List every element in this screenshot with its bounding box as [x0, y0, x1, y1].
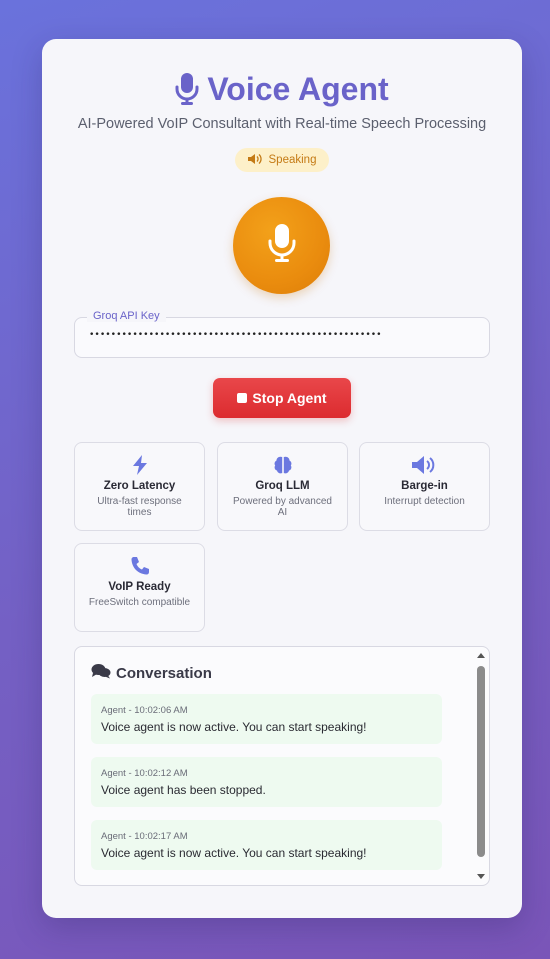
app-subtitle: AI-Powered VoIP Consultant with Real-tim… [77, 116, 487, 132]
status-text: Speaking [268, 154, 317, 166]
feature-desc: Powered by advanced AI [233, 496, 332, 518]
conversation-heading: Conversation [91, 663, 212, 683]
stop-agent-label: Stop Agent [252, 390, 327, 406]
feature-name: Barge-in [401, 480, 448, 492]
microphone-icon [267, 223, 297, 268]
page-title: Voice Agent [42, 69, 522, 109]
message-meta: Agent - 10:02:17 AM [101, 831, 188, 842]
comments-icon [91, 663, 111, 683]
scroll-down-arrow[interactable] [477, 874, 485, 879]
feature-desc: Interrupt detection [384, 496, 465, 507]
feature-desc: FreeSwitch compatible [88, 597, 191, 608]
speaker-icon [247, 153, 263, 168]
agent-card: Voice Agent AI-Powered VoIP Consultant w… [42, 39, 522, 918]
scroll-thumb[interactable] [477, 666, 485, 857]
feature-card-voip-ready: VoIP Ready FreeSwitch compatible [74, 543, 205, 632]
phone-icon [75, 556, 204, 576]
scroll-up-arrow[interactable] [477, 653, 485, 658]
feature-card-groq-llm: Groq LLM Powered by advanced AI [217, 442, 348, 531]
speaker-icon [360, 455, 489, 475]
scrollbar[interactable] [475, 649, 487, 883]
microphone-button[interactable] [233, 197, 330, 294]
message-text: Voice agent has been stopped. [101, 783, 266, 797]
microphone-icon [175, 72, 199, 106]
message-item: Agent - 10:02:06 AM Voice agent is now a… [91, 694, 442, 744]
feature-name: Zero Latency [103, 480, 176, 492]
feature-card-zero-latency: Zero Latency Ultra-fast response times [74, 442, 205, 531]
conversation-title: Conversation [116, 664, 212, 682]
brain-icon [218, 455, 347, 475]
message-meta: Agent - 10:02:06 AM [101, 705, 188, 716]
message-text: Voice agent is now active. You can start… [101, 720, 367, 734]
stop-agent-button[interactable]: Stop Agent [213, 378, 351, 418]
message-item: Agent - 10:02:12 AM Voice agent has been… [91, 757, 442, 807]
feature-desc: Ultra-fast response times [97, 496, 182, 518]
feature-card-barge-in: Barge-in Interrupt detection [359, 442, 490, 531]
api-key-field: Groq API Key [74, 310, 490, 358]
stop-icon [237, 393, 248, 403]
api-key-input[interactable] [89, 330, 475, 340]
feature-name: Groq LLM [255, 480, 310, 492]
message-text: Voice agent is now active. You can start… [101, 846, 367, 860]
api-key-label: Groq API Key [87, 310, 166, 322]
message-meta: Agent - 10:02:12 AM [101, 768, 188, 779]
message-item: Agent - 10:02:17 AM Voice agent is now a… [91, 820, 442, 870]
status-badge: Speaking [235, 148, 329, 172]
bolt-icon [75, 455, 204, 475]
conversation-panel[interactable]: Conversation Agent - 10:02:06 AM Voice a… [74, 646, 490, 886]
feature-name: VoIP Ready [108, 581, 171, 593]
app-title: Voice Agent [207, 71, 389, 107]
